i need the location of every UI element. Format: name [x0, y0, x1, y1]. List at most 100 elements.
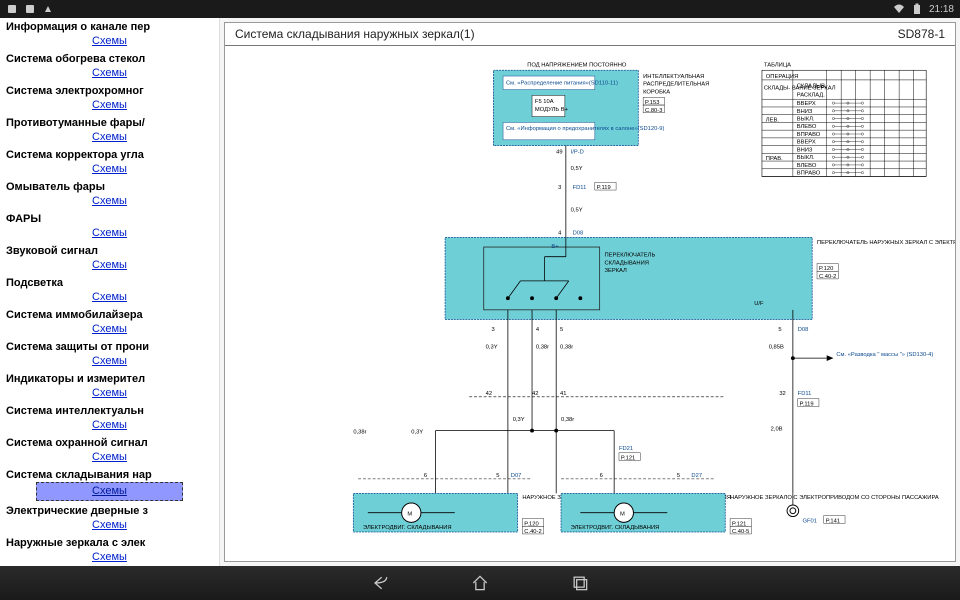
- sidebar-link[interactable]: Схемы: [6, 449, 213, 466]
- sidebar-link[interactable]: Схемы: [6, 33, 213, 50]
- back-button[interactable]: [370, 573, 390, 593]
- svg-text:GF01: GF01: [803, 518, 817, 524]
- header-label: ПОД НАПРЯЖЕНИЕМ ПОСТОЯННО: [527, 62, 627, 68]
- svg-text:FD11: FD11: [798, 391, 812, 397]
- svg-text:3: 3: [491, 327, 494, 333]
- sidebar-link[interactable]: Схемы: [6, 321, 213, 338]
- svg-text:U/F: U/F: [754, 301, 764, 307]
- sidebar-link[interactable]: Схемы: [6, 385, 213, 402]
- sidebar-item-label: Подсветка: [6, 277, 213, 289]
- sidebar-link[interactable]: Схемы: [6, 417, 213, 434]
- sidebar-item-label: Система складывания нар: [6, 469, 213, 481]
- svg-text:49: 49: [556, 149, 562, 155]
- svg-text:D08: D08: [798, 327, 809, 333]
- sidebar-link[interactable]: Схемы: [6, 289, 213, 306]
- svg-text:ПЕРЕКЛЮЧАТЕЛЬ НАРУЖНЫХ ЗЕРКАЛ: ПЕРЕКЛЮЧАТЕЛЬ НАРУЖНЫХ ЗЕРКАЛ С ЭЛЕКТРОП…: [817, 240, 955, 246]
- sidebar-link[interactable]: Схемы: [6, 549, 213, 566]
- notif-icon: [6, 3, 18, 15]
- sidebar-item[interactable]: ПодсветкаСхемы: [0, 274, 219, 306]
- sidebar-link[interactable]: Схемы: [36, 482, 183, 501]
- sidebar-item[interactable]: Система корректора углаСхемы: [0, 146, 219, 178]
- svg-text:2,0B: 2,0B: [771, 427, 783, 433]
- sidebar-item[interactable]: Система иммобилайзераСхемы: [0, 306, 219, 338]
- sidebar-link[interactable]: Схемы: [6, 161, 213, 178]
- svg-text:ВНИЗ: ВНИЗ: [797, 147, 813, 153]
- sidebar-item-label: Противотуманные фары/: [6, 117, 213, 129]
- sidebar-item[interactable]: Система обогрева стеколСхемы: [0, 50, 219, 82]
- svg-text:6: 6: [600, 473, 603, 479]
- sidebar-item-label: Система охранной сигнал: [6, 437, 213, 449]
- svg-text:F5 10A: F5 10A: [535, 99, 554, 105]
- document-pane: Система складывания наружных зеркал(1) S…: [224, 22, 956, 562]
- sidebar-link[interactable]: Схемы: [6, 97, 213, 114]
- svg-text:0,38r: 0,38r: [560, 344, 573, 350]
- sidebar-item[interactable]: Электрические дверные зСхемы: [0, 502, 219, 534]
- sidebar-item-label: Наружные зеркала с элек: [6, 537, 213, 549]
- android-nav-bar: [0, 566, 960, 600]
- wiring-diagram[interactable]: ПОД НАПРЯЖЕНИЕМ ПОСТОЯННО См. «Распредел…: [225, 49, 955, 561]
- svg-text:ВПРАВО: ВПРАВО: [797, 132, 821, 138]
- sidebar-link[interactable]: Схемы: [6, 257, 213, 274]
- sidebar-item[interactable]: Система охранной сигналСхемы: [0, 434, 219, 466]
- sidebar-item[interactable]: Система электрохромногСхемы: [0, 82, 219, 114]
- svg-text:ТАБЛИЦА: ТАБЛИЦА: [764, 62, 791, 68]
- sidebar[interactable]: Информация о канале перСхемыСистема обог…: [0, 18, 220, 566]
- svg-text:ПРАВ.: ПРАВ.: [766, 156, 783, 162]
- sidebar-link[interactable]: Схемы: [6, 129, 213, 146]
- svg-text:ЛЕВ.: ЛЕВ.: [766, 117, 780, 123]
- svg-text:5: 5: [778, 327, 781, 333]
- document-code: SD878-1: [898, 27, 945, 41]
- sidebar-link[interactable]: Схемы: [6, 65, 213, 82]
- svg-text:C.40-5: C.40-5: [732, 529, 749, 535]
- sidebar-item-label: Электрические дверные з: [6, 505, 213, 517]
- svg-text:ЭЛЕКТРОДВИГ. СКЛАДЫВАНИЯ: ЭЛЕКТРОДВИГ. СКЛАДЫВАНИЯ: [571, 525, 660, 531]
- svg-text:0,5Y: 0,5Y: [571, 166, 583, 172]
- sidebar-item[interactable]: Омыватель фарыСхемы: [0, 178, 219, 210]
- sidebar-link[interactable]: Схемы: [6, 193, 213, 210]
- svg-text:См. «Разводка " массы "» (SD13: См. «Разводка " массы "» (SD130-4): [836, 352, 933, 358]
- svg-text:0,38r: 0,38r: [561, 417, 574, 423]
- svg-text:НАРУЖНОЕ ЗЕРКАЛО С ЭЛЕКТРОПРИ: НАРУЖНОЕ ЗЕРКАЛО С ЭЛЕКТРОПРИВОДОМ СО СТ…: [730, 495, 939, 501]
- sidebar-item[interactable]: Звуковой сигналСхемы: [0, 242, 219, 274]
- svg-text:C.80-3: C.80-3: [645, 108, 662, 114]
- sidebar-item[interactable]: Информация о канале перСхемы: [0, 18, 219, 50]
- svg-text:D07: D07: [511, 473, 522, 479]
- sidebar-item[interactable]: Система складывания нарСхемы: [0, 466, 219, 501]
- svg-text:0,5Y: 0,5Y: [571, 207, 583, 213]
- svg-text:ОПЕРАЦИЯ: ОПЕРАЦИЯ: [766, 74, 798, 80]
- sidebar-item[interactable]: Противотуманные фары/Схемы: [0, 114, 219, 146]
- svg-text:B+: B+: [551, 244, 559, 250]
- svg-text:4: 4: [558, 230, 562, 236]
- svg-text:FD21: FD21: [619, 446, 633, 452]
- sidebar-link[interactable]: Схемы: [6, 353, 213, 370]
- svg-text:42: 42: [486, 391, 492, 397]
- recents-button[interactable]: [570, 573, 590, 593]
- svg-text:42: 42: [532, 391, 538, 397]
- svg-text:I/P-D: I/P-D: [571, 149, 584, 155]
- svg-text:0,38r: 0,38r: [353, 429, 366, 435]
- document-header: Система складывания наружных зеркал(1) S…: [225, 23, 955, 46]
- svg-text:0,85B: 0,85B: [769, 344, 784, 350]
- sidebar-item[interactable]: Индикаторы и измерителСхемы: [0, 370, 219, 402]
- sidebar-link[interactable]: Схемы: [6, 517, 213, 534]
- sidebar-item[interactable]: ФАРЫСхемы: [0, 210, 219, 242]
- svg-text:РАСПРЕДЕЛИТЕЛЬНАЯ: РАСПРЕДЕЛИТЕЛЬНАЯ: [643, 82, 709, 88]
- document-title: Система складывания наружных зеркал(1): [235, 27, 475, 41]
- svg-text:P.119: P.119: [800, 401, 814, 407]
- sidebar-item-label: Система иммобилайзера: [6, 309, 213, 321]
- home-button[interactable]: [470, 573, 490, 593]
- sidebar-item[interactable]: Система защиты от прониСхемы: [0, 338, 219, 370]
- svg-text:См. «Распределение питания»(SD: См. «Распределение питания»(SD110-11): [506, 81, 618, 87]
- svg-text:ВЛЕВО: ВЛЕВО: [797, 163, 817, 169]
- svg-text:ЭЛЕКТРОДВИГ. СКЛАДЫВАНИЯ: ЭЛЕКТРОДВИГ. СКЛАДЫВАНИЯ: [363, 525, 452, 531]
- svg-text:ЗЕРКАЛ: ЗЕРКАЛ: [604, 268, 627, 274]
- svg-text:0,3Y: 0,3Y: [513, 417, 525, 423]
- notif-icon: [42, 3, 54, 15]
- sidebar-link[interactable]: Схемы: [6, 225, 213, 242]
- svg-text:32: 32: [779, 391, 785, 397]
- sidebar-item[interactable]: Система интеллектуальнСхемы: [0, 402, 219, 434]
- sidebar-item[interactable]: Наружные зеркала с элекСхемы: [0, 534, 219, 566]
- svg-text:M: M: [407, 512, 412, 518]
- sidebar-item-label: ФАРЫ: [6, 213, 213, 225]
- svg-text:FD11: FD11: [573, 185, 587, 191]
